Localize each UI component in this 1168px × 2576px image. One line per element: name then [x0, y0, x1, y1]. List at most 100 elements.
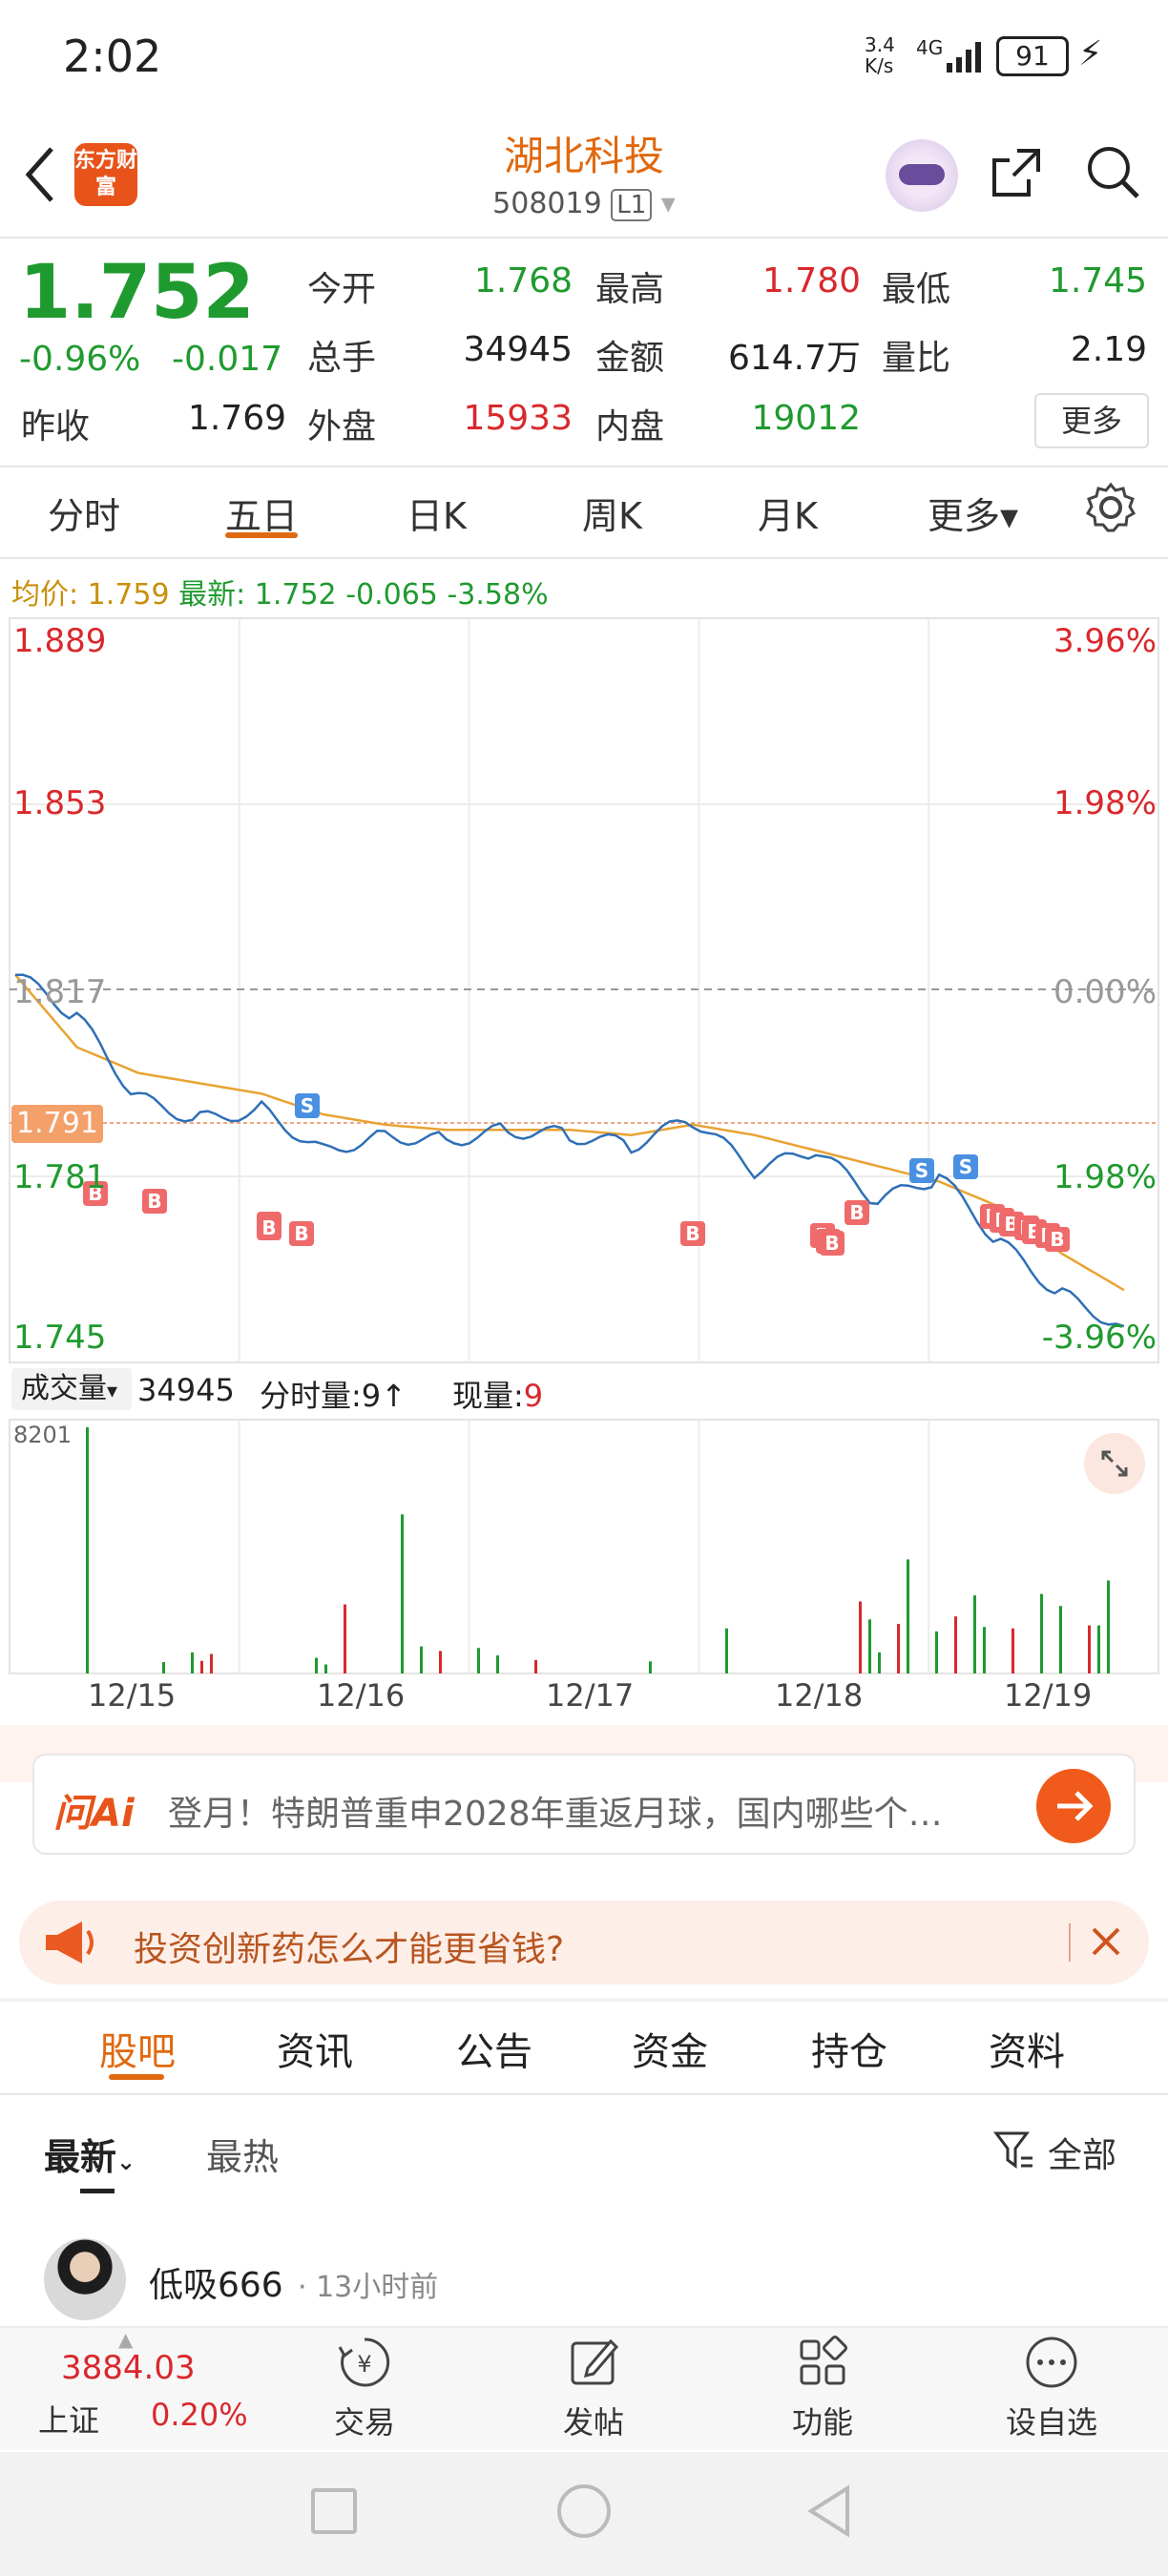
svg-text:B: B — [1050, 1228, 1064, 1251]
home-icon[interactable] — [557, 2484, 611, 2538]
y-tick-left-4: 1.781 — [13, 1158, 107, 1196]
tab-forum[interactable]: 股吧 — [99, 2021, 176, 2076]
tick-volume: 分时量:9↑ — [260, 1372, 407, 1416]
x-tick-label: 12/18 — [775, 1677, 864, 1714]
chevron-down-icon: ⌄ — [116, 2149, 136, 2175]
last-price: 1.752 — [19, 250, 255, 336]
filter-all[interactable]: 全部 — [1048, 2128, 1116, 2177]
open-value: 1.768 — [473, 261, 573, 301]
tab-announcement[interactable]: 公告 — [456, 2021, 532, 2076]
avg-value: 1.759 — [87, 578, 170, 612]
ai-search-bar[interactable]: 问Ai 登月！特朗普重申2028年重返月球，国内哪些个… — [32, 1754, 1136, 1855]
net-type: 4G — [916, 36, 944, 59]
back-nav-icon[interactable] — [805, 2484, 853, 2538]
avg-line-info: 均价: 1.759 最新: 1.752 -0.065 -3.58% — [11, 571, 549, 613]
volume-bar — [162, 1662, 165, 1673]
amount-value: 614.7万 — [727, 339, 861, 378]
post-time: · 13小时前 — [298, 2271, 439, 2304]
volume-bar — [1059, 1606, 1062, 1673]
tab-holdings[interactable]: 持仓 — [811, 2021, 887, 2076]
index-value[interactable]: 3884.03 — [61, 2349, 196, 2387]
promo-banner[interactable]: 投资创新药怎么才能更省钱? — [19, 1901, 1149, 1984]
change-pct: -0.96% — [19, 340, 141, 379]
svg-text:B: B — [294, 1222, 308, 1245]
volume-bar — [649, 1661, 652, 1673]
filter-latest[interactable]: 最新⌄ — [44, 2128, 136, 2180]
more-quote-button[interactable]: 更多 — [1034, 393, 1149, 448]
buy-marker: B — [845, 1200, 869, 1225]
latest-delta: -0.065 — [345, 578, 438, 612]
y-tick-right-5: -3.96% — [1041, 1319, 1157, 1357]
latest-pct: -3.58% — [447, 578, 549, 612]
volume-bar — [534, 1659, 537, 1673]
tab-more[interactable]: 更多▾ — [928, 487, 1018, 539]
buy-marker: B — [142, 1189, 167, 1214]
current-price-marker: 1.791 — [11, 1105, 103, 1143]
charging-icon: ⚡ — [1078, 34, 1103, 73]
robot-avatar-icon[interactable] — [886, 139, 958, 212]
buy-marker: B — [820, 1231, 845, 1256]
nav-trade-label: 交易 — [333, 2404, 395, 2441]
function-nav[interactable]: 功能 — [727, 2334, 918, 2441]
y-tick-left-2: 1.853 — [13, 784, 107, 822]
volume-bar — [315, 1657, 318, 1673]
tab-day-k[interactable]: 日K — [407, 487, 467, 539]
avatar[interactable] — [44, 2238, 126, 2320]
tab-news[interactable]: 资讯 — [277, 2021, 353, 2076]
nav-post-label: 发帖 — [562, 2404, 624, 2441]
tab-profile[interactable]: 资料 — [989, 2021, 1065, 2076]
current-volume-label: 现量: — [452, 1378, 524, 1414]
tab-month-k[interactable]: 月K — [758, 487, 818, 539]
expand-icon[interactable] — [1084, 1433, 1145, 1494]
chevron-down-icon: ▾ — [660, 187, 676, 220]
watchlist-nav[interactable]: 设自选 — [956, 2334, 1147, 2441]
filter-icon[interactable] — [992, 2128, 1034, 2173]
post-nav[interactable]: 发帖 — [498, 2334, 689, 2441]
arrow-right-icon[interactable] — [1036, 1769, 1111, 1843]
sell-marker: S — [909, 1158, 934, 1183]
index-name[interactable]: 上证 — [38, 2397, 99, 2441]
tab-week-k[interactable]: 周K — [582, 487, 642, 539]
share-icon[interactable] — [987, 141, 1048, 202]
status-bar: 2:02 3.4 K/s 4G 91 ⚡ — [0, 0, 1168, 114]
gear-icon[interactable] — [1084, 481, 1137, 534]
index-pct[interactable]: 0.20% — [151, 2397, 248, 2433]
y-tick-right-4: 1.98% — [1053, 1158, 1157, 1196]
close-icon[interactable] — [1082, 1918, 1130, 1965]
trade-nav[interactable]: ¥ 交易 — [269, 2334, 460, 2441]
open-label: 今开 — [307, 270, 377, 309]
volume-bar — [200, 1660, 203, 1673]
volume-bar — [210, 1653, 213, 1673]
change-value: -0.017 — [172, 340, 283, 379]
volume-selector-label: 成交量 — [21, 1372, 107, 1405]
volume-max-label: 8201 — [13, 1422, 73, 1448]
recent-apps-icon[interactable] — [311, 2488, 357, 2534]
sell-marker: S — [295, 1093, 320, 1118]
x-tick-label: 12/19 — [1004, 1677, 1093, 1714]
post-username[interactable]: 低吸666 — [149, 2257, 283, 2307]
volume-chart[interactable] — [0, 1418, 1168, 1675]
inner-label: 内盘 — [595, 407, 665, 447]
current-volume-value: 9 — [523, 1378, 544, 1414]
volume-bar — [477, 1648, 480, 1673]
volume-selector[interactable]: 成交量▾ — [11, 1368, 132, 1410]
tab-intraday[interactable]: 分时 — [48, 487, 120, 539]
latest-label: 最新: — [178, 578, 246, 612]
avg-series-line — [14, 973, 1125, 1292]
active-tab-underline — [225, 532, 298, 538]
prev-close-value: 1.769 — [187, 399, 286, 438]
filter-hot[interactable]: 最热 — [206, 2128, 279, 2180]
tab-capital[interactable]: 资金 — [632, 2021, 708, 2076]
ai-headline: 登月！特朗普重申2028年重返月球，国内哪些个… — [168, 1795, 943, 1834]
y-tick-left-3: 1.817 — [13, 973, 107, 1011]
volume-bar — [496, 1655, 499, 1673]
search-icon[interactable] — [1082, 141, 1143, 202]
chevron-down-icon: ▾ — [107, 1380, 118, 1403]
y-tick-right-2: 1.98% — [1053, 784, 1157, 822]
tick-volume-label: 分时量: — [260, 1378, 362, 1414]
filter-underline — [80, 2189, 115, 2193]
tab-five-day[interactable]: 五日 — [225, 487, 298, 539]
more-dots-icon — [1026, 2337, 1077, 2388]
svg-text:S: S — [301, 1094, 314, 1117]
y-tick-left-5: 1.745 — [13, 1319, 107, 1357]
